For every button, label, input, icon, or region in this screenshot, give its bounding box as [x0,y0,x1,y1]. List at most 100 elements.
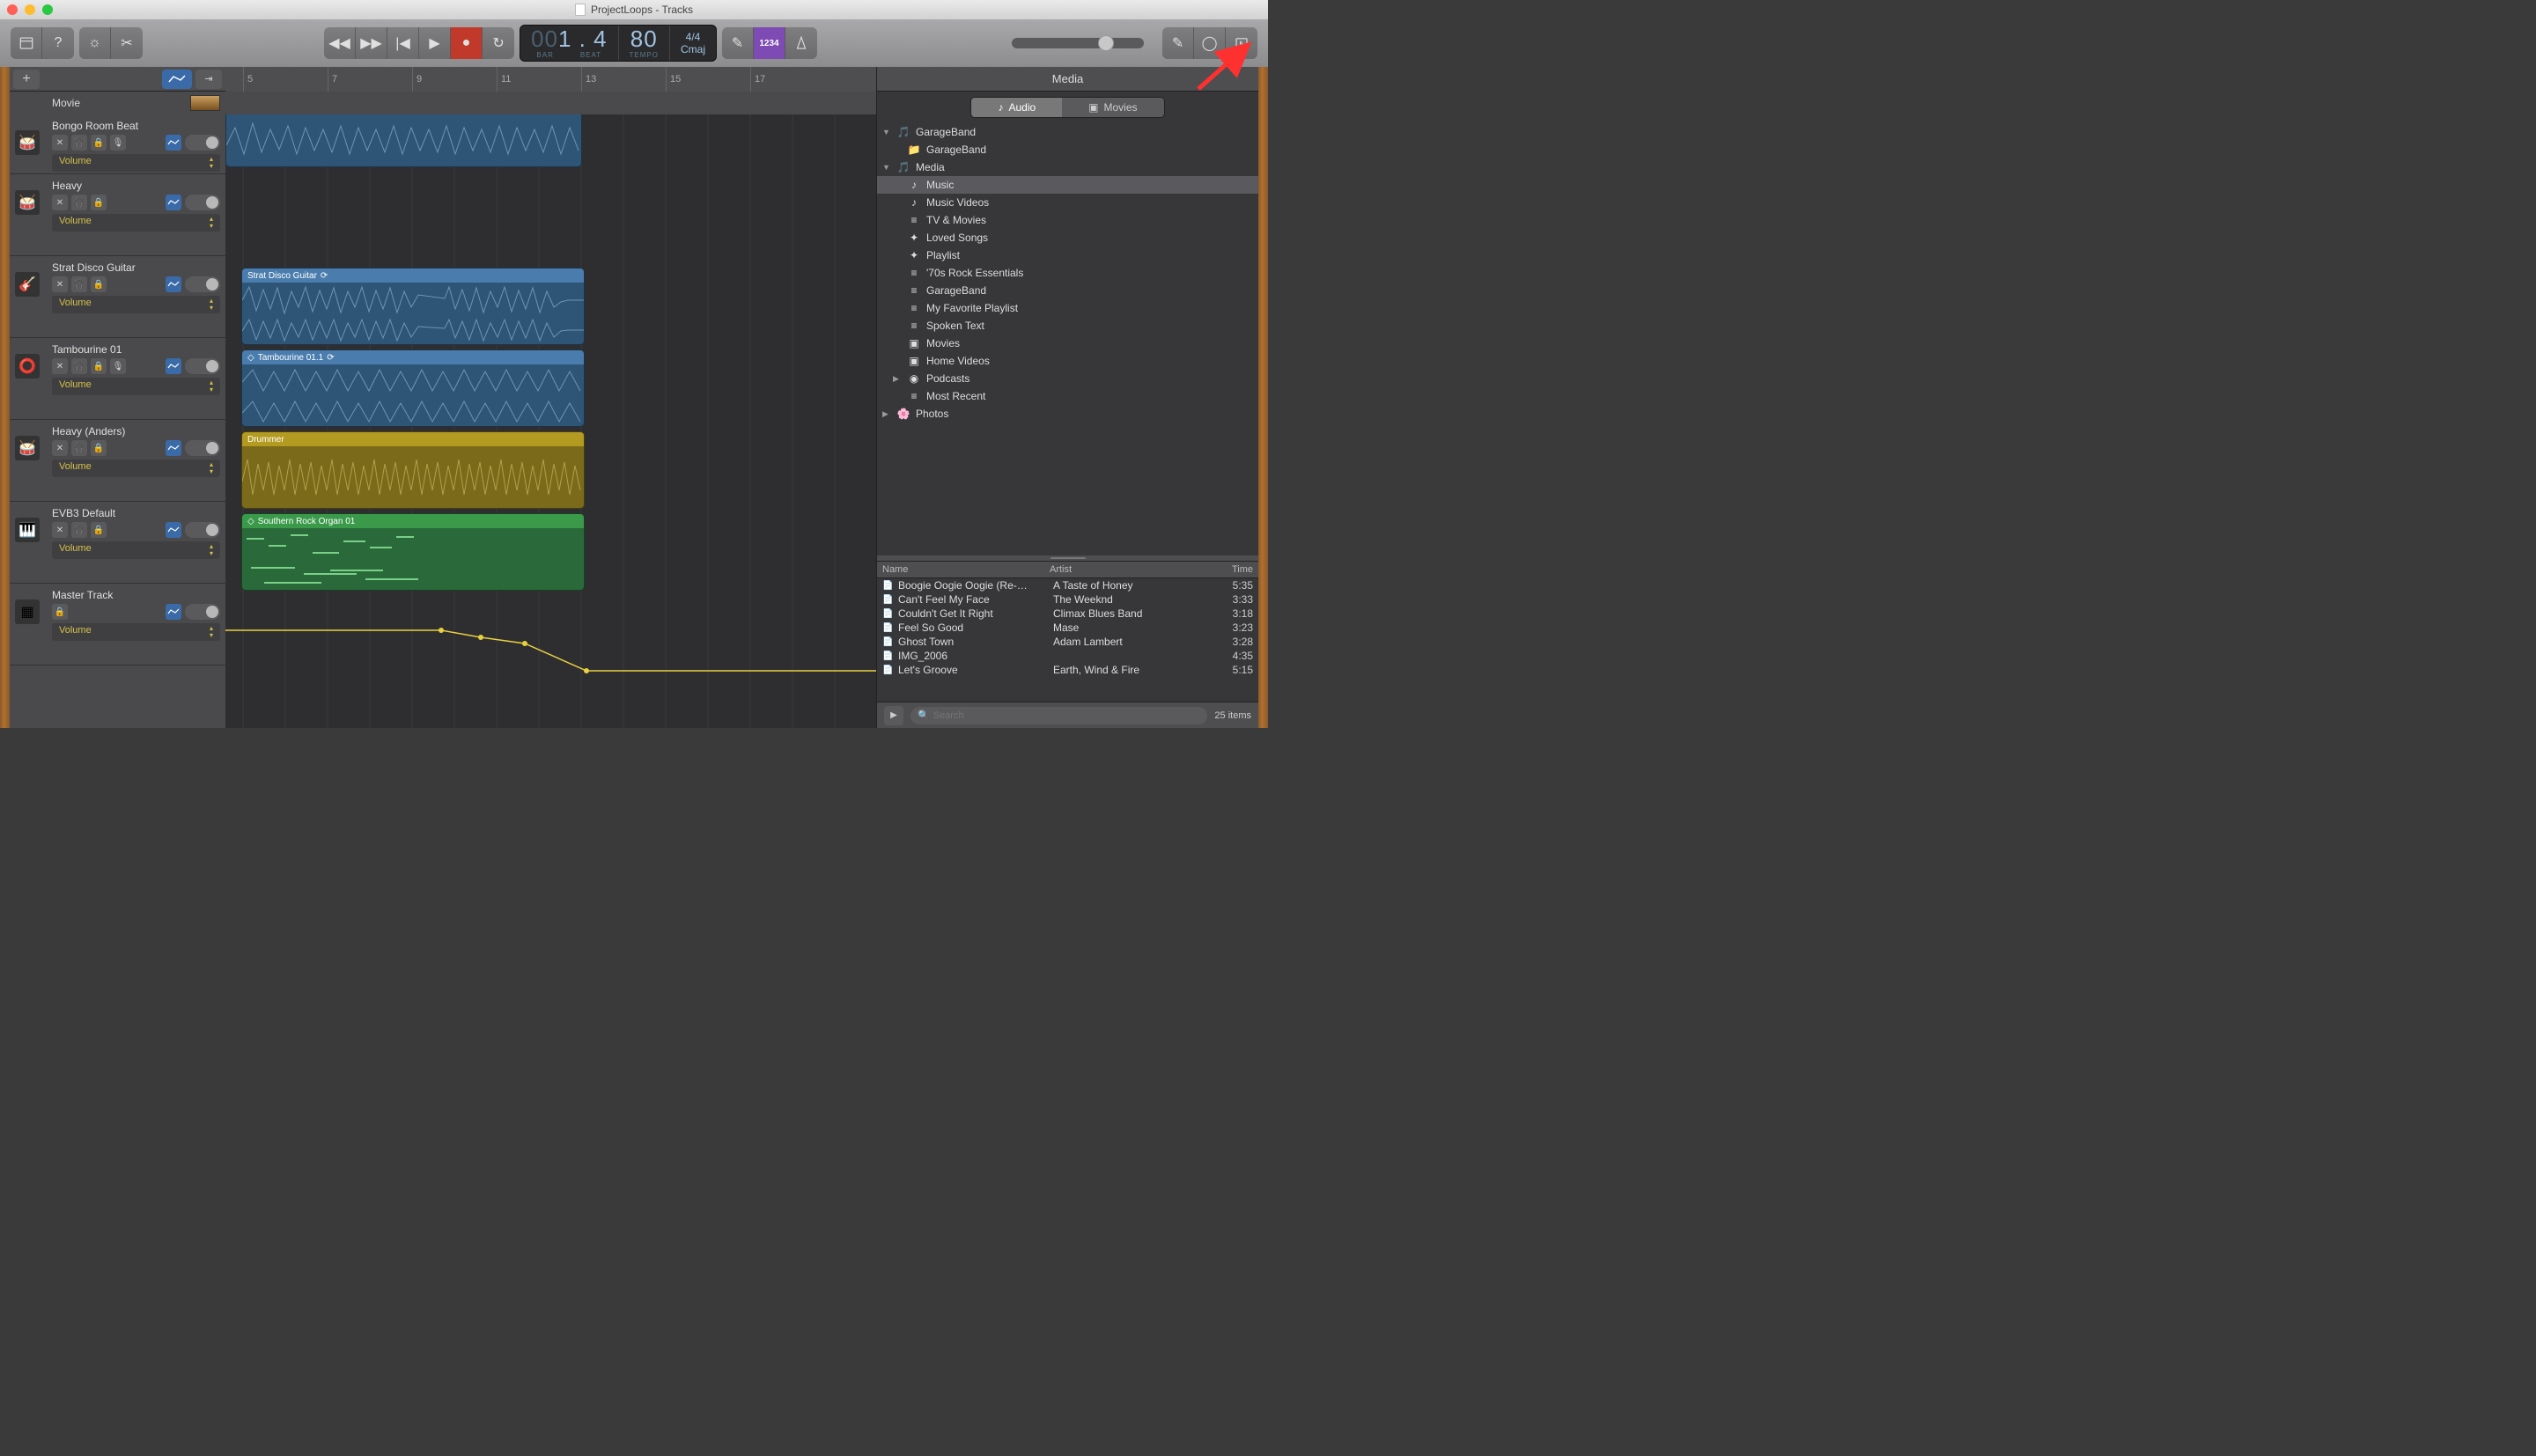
tree-item[interactable]: ▶◉Podcasts [877,370,1258,387]
tree-item[interactable]: ▣Home Videos [877,352,1258,370]
loop-browser-button[interactable]: ◯ [1194,27,1226,59]
automation-param-select[interactable]: Volume▴▾ [52,154,220,172]
mute-button[interactable]: ✕ [52,522,68,538]
automation-param-select[interactable]: Volume▴▾ [52,214,220,232]
preview-play-button[interactable]: ▶ [884,706,903,725]
mute-button[interactable]: ✕ [52,276,68,292]
col-artist[interactable]: Artist [1050,564,1209,575]
lock-button[interactable]: 🔒 [91,440,107,456]
lock-button[interactable]: 🔒 [91,195,107,210]
region-bongo[interactable] [225,114,582,167]
automation-mode[interactable] [166,440,181,456]
catch-playhead-button[interactable]: ⇥ [195,70,222,89]
solo-button[interactable]: 🎧 [71,358,87,374]
smart-controls-button[interactable]: ☼ [79,27,111,59]
cycle-button[interactable]: ↻ [483,27,514,59]
track-header-3[interactable]: ⭕ Tambourine 01 ✕🎧 🔒 🎙 Volume▴▾ [10,338,225,420]
tree-item[interactable]: ≡TV & Movies [877,211,1258,229]
solo-button[interactable]: 🎧 [71,522,87,538]
metronome-button[interactable] [785,27,817,59]
automation-param-select[interactable]: Volume▴▾ [52,623,220,641]
close-window[interactable] [7,4,18,15]
solo-button[interactable]: 🎧 [71,135,87,151]
songs-header[interactable]: Name Artist Time [877,561,1258,578]
lock-button[interactable]: 🔒 [91,276,107,292]
track-enable-toggle[interactable] [185,135,220,151]
region-tambourine[interactable]: ◇ Tambourine 01.1 ⟳ [241,349,585,427]
tree-item[interactable]: ▼🎵GarageBand [877,123,1258,141]
track-header-5[interactable]: 🎹 EVB3 Default ✕🎧 🔒 Volume▴▾ [10,502,225,584]
lock-button[interactable]: 🔒 [91,522,107,538]
tuner-button[interactable]: ✎ [722,27,754,59]
automation-mode[interactable] [166,522,181,538]
media-search[interactable]: 🔍 [910,707,1207,724]
tree-item[interactable]: ▼🎵Media [877,158,1258,176]
song-row[interactable]: 📄Can't Feel My FaceThe Weeknd3:33 [877,592,1258,607]
songs-list[interactable]: 📄Boogie Oogie Oogie (Re-…A Taste of Hone… [877,578,1258,702]
song-row[interactable]: 📄Feel So GoodMase3:23 [877,621,1258,635]
tree-item[interactable]: ≡'70s Rock Essentials [877,264,1258,282]
tree-item[interactable]: ♪Music Videos [877,194,1258,211]
track-enable-toggle[interactable] [185,276,220,292]
editors-button[interactable]: ✂ [111,27,143,59]
count-in-button[interactable]: 1234 [754,27,785,59]
song-row[interactable]: 📄Boogie Oogie Oogie (Re-…A Taste of Hone… [877,578,1258,592]
forward-button[interactable]: ▶▶ [356,27,387,59]
lock-button[interactable]: 🔒 [52,604,68,620]
song-row[interactable]: 📄Let's GrooveEarth, Wind & Fire5:15 [877,663,1258,677]
solo-button[interactable]: 🎧 [71,440,87,456]
automation-param-select[interactable]: Volume▴▾ [52,378,220,395]
track-enable-toggle[interactable] [185,358,220,374]
library-button[interactable] [11,27,42,59]
track-enable-toggle[interactable] [185,522,220,538]
input-button[interactable]: 🎙 [110,135,126,151]
song-row[interactable]: 📄IMG_20064:35 [877,649,1258,663]
add-track-button[interactable]: + [13,70,40,89]
tab-movies[interactable]: ▣ Movies [1062,98,1163,117]
solo-button[interactable]: 🎧 [71,276,87,292]
play-button[interactable]: ▶ [419,27,451,59]
tree-item[interactable]: ≡Spoken Text [877,317,1258,335]
mute-button[interactable]: ✕ [52,195,68,210]
automation-param-select[interactable]: Volume▴▾ [52,296,220,313]
track-header-6[interactable]: ▦ Master Track 🔒 Volume▴▾ [10,584,225,665]
lock-button[interactable]: 🔒 [91,358,107,374]
track-header-2[interactable]: 🎸 Strat Disco Guitar ✕🎧 🔒 Volume▴▾ [10,256,225,338]
lcd-display[interactable]: 001 . 4 BARBEAT 80 TEMPO 4/4 Cmaj [520,25,717,62]
zoom-window[interactable] [42,4,53,15]
quick-help-button[interactable]: ? [42,27,74,59]
mute-button[interactable]: ✕ [52,440,68,456]
tree-item[interactable]: ♪Music [877,176,1258,194]
rewind-button[interactable]: ◀◀ [324,27,356,59]
solo-button[interactable]: 🎧 [71,195,87,210]
track-header-4[interactable]: 🥁 Heavy (Anders) ✕🎧 🔒 Volume▴▾ [10,420,225,502]
master-volume-slider[interactable] [1012,38,1144,48]
tree-item[interactable]: 📁GarageBand [877,141,1258,158]
tab-audio[interactable]: ♪ Audio [971,98,1062,117]
col-name[interactable]: Name [882,564,1050,575]
media-browser-button[interactable] [1226,27,1257,59]
stop-button[interactable]: |◀ [387,27,419,59]
col-time[interactable]: Time [1209,564,1253,575]
media-search-input[interactable] [933,710,1201,721]
record-button[interactable]: ● [451,27,483,59]
movie-track-row[interactable]: Movie [10,92,876,114]
track-enable-toggle[interactable] [185,195,220,210]
automation-mode[interactable] [166,358,181,374]
automation-param-select[interactable]: Volume▴▾ [52,460,220,477]
song-row[interactable]: 📄Couldn't Get It RightClimax Blues Band3… [877,607,1258,621]
automation-mode[interactable] [166,604,181,620]
mute-button[interactable]: ✕ [52,135,68,151]
tree-item[interactable]: ✦Loved Songs [877,229,1258,246]
automation-mode[interactable] [166,195,181,210]
region-strat[interactable]: Strat Disco Guitar ⟳ [241,268,585,345]
notepad-button[interactable]: ✎ [1162,27,1194,59]
media-tree[interactable]: ▼🎵GarageBand📁GarageBand▼🎵Media♪Music♪Mus… [877,123,1258,555]
region-organ[interactable]: ◇ Southern Rock Organ 01 [241,513,585,591]
track-header-1[interactable]: 🥁 Heavy ✕🎧 🔒 Volume▴▾ [10,174,225,256]
tree-item[interactable]: ≡My Favorite Playlist [877,299,1258,317]
song-row[interactable]: 📄Ghost TownAdam Lambert3:28 [877,635,1258,649]
track-header-0[interactable]: 🥁 Bongo Room Beat ✕🎧 🔒 🎙 Volume▴▾ [10,114,225,174]
lock-button[interactable]: 🔒 [91,135,107,151]
mute-button[interactable]: ✕ [52,358,68,374]
